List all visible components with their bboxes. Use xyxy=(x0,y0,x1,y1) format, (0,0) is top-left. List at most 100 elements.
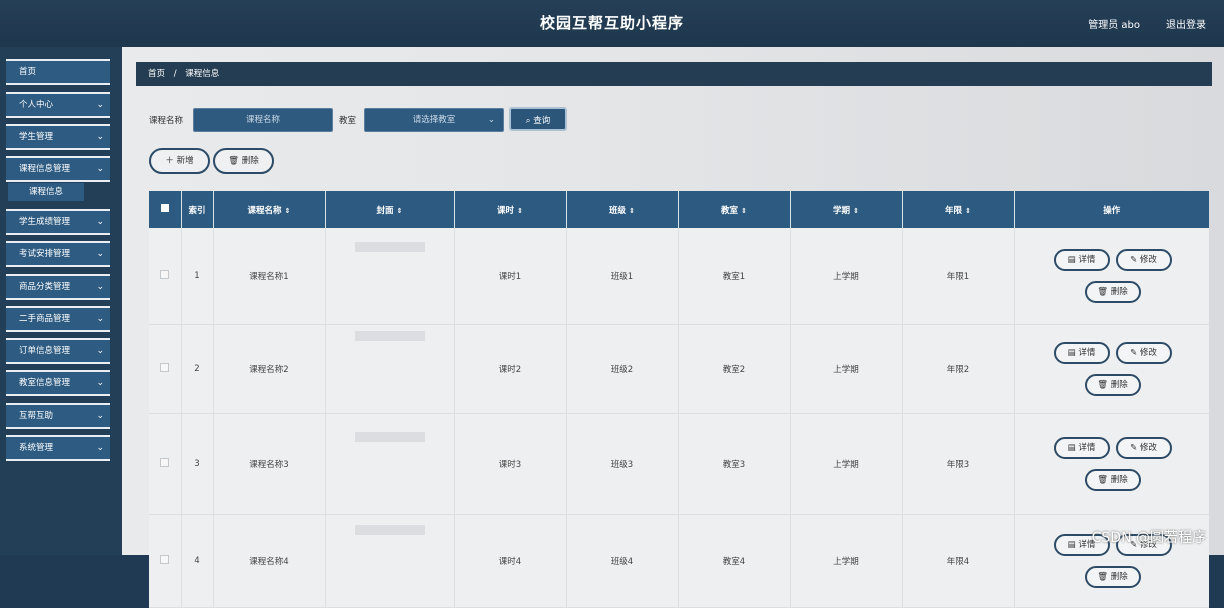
checkbox-icon xyxy=(160,458,170,467)
select-all-checkbox[interactable] xyxy=(149,191,182,228)
column-header[interactable]: 教室 ⇕ xyxy=(678,191,791,228)
checkbox-icon xyxy=(160,270,170,279)
sidebar-item-mutual-help[interactable]: 互帮互助 ⌄ xyxy=(6,403,110,429)
column-header-label: 封面 xyxy=(376,205,394,216)
sort-icon: ⇕ xyxy=(396,206,403,215)
column-header: 操作 xyxy=(1014,191,1209,228)
row-checkbox[interactable] xyxy=(149,324,182,414)
checkbox-icon xyxy=(160,555,170,564)
cell-cover xyxy=(325,514,455,608)
sidebar-item-label: 课程信息管理 xyxy=(19,164,71,174)
sort-icon: ⇕ xyxy=(284,206,291,215)
chevron-down-icon: ⌄ xyxy=(96,249,104,259)
sidebar-item-grades[interactable]: 学生成绩管理 ⌄ xyxy=(6,209,110,235)
detail-label: 详情 xyxy=(1078,254,1096,265)
bulk-delete-label: 删除 xyxy=(241,156,259,166)
add-button[interactable]: ＋ 新增 xyxy=(149,148,210,174)
checkbox-icon xyxy=(160,204,169,212)
sidebar-item-label: 订单信息管理 xyxy=(19,346,71,356)
trash-icon: 🗑 xyxy=(228,156,240,166)
column-header-label: 学期 xyxy=(833,205,851,216)
query-button-label: 查询 xyxy=(533,116,551,126)
delete-button[interactable]: 🗑 删除 xyxy=(1084,280,1141,303)
row-checkbox[interactable] xyxy=(149,413,182,515)
app-title: 校园互帮互助小程序 xyxy=(539,14,684,32)
chevron-down-icon: ⌄ xyxy=(96,282,104,292)
column-header[interactable]: 封面 ⇕ xyxy=(325,191,455,228)
edit-button[interactable]: ✎ 修改 xyxy=(1115,341,1172,364)
sidebar-item-categories[interactable]: 商品分类管理 ⌄ xyxy=(6,274,110,300)
breadcrumb-home[interactable]: 首页 xyxy=(148,62,165,86)
sidebar-item-secondhand[interactable]: 二手商品管理 ⌄ xyxy=(6,306,110,332)
sidebar-item-profile[interactable]: 个人中心 ⌄ xyxy=(6,92,110,118)
sidebar-item-classrooms[interactable]: 教室信息管理 ⌄ xyxy=(6,370,110,396)
delete-button[interactable]: 🗑 删除 xyxy=(1084,468,1141,491)
sidebar-item-label: 考试安排管理 xyxy=(19,249,71,259)
classroom-select-placeholder: 请选择教室 xyxy=(412,115,456,125)
sidebar-item-label: 互帮互助 xyxy=(19,411,54,421)
cell-cover xyxy=(325,324,455,414)
edit-label: 修改 xyxy=(1139,347,1157,358)
detail-button[interactable]: ▤ 详情 xyxy=(1053,248,1110,271)
cell-hours: 课时1 xyxy=(454,228,567,325)
column-header[interactable]: 班级 ⇕ xyxy=(566,191,679,228)
column-header[interactable]: 课时 ⇕ xyxy=(454,191,567,228)
sort-icon: ⇕ xyxy=(629,206,635,215)
column-header-label: 课程名称 xyxy=(247,205,282,216)
sidebar: 首页 个人中心 ⌄ 学生管理 ⌄ 课程信息管理 ⌄ 课程信息 学生成绩管理 ⌄ 考试安排… xyxy=(0,47,122,555)
row-checkbox[interactable] xyxy=(149,514,182,608)
sidebar-item-courses[interactable]: 课程信息管理 ⌄ xyxy=(6,156,110,182)
detail-button[interactable]: ▤ 详情 xyxy=(1053,436,1110,459)
pencil-icon: ✎ xyxy=(1130,347,1138,358)
classroom-select[interactable]: 请选择教室 ⌄ xyxy=(364,108,504,132)
sidebar-item-label: 学生管理 xyxy=(19,132,54,142)
sidebar-item-orders[interactable]: 订单信息管理 ⌄ xyxy=(6,338,110,364)
cell-class: 班级1 xyxy=(566,228,679,325)
document-icon: ▤ xyxy=(1067,347,1076,358)
column-header[interactable]: 年限 ⇕ xyxy=(902,191,1015,228)
cell-course-name: 课程名称4 xyxy=(213,514,326,608)
edit-button[interactable]: ✎ 修改 xyxy=(1115,436,1172,459)
document-icon: ▤ xyxy=(1067,442,1076,453)
cell-index: 2 xyxy=(181,324,214,414)
table-header-row: 索引 课程名称 ⇕ 封面 ⇕ 课时 ⇕ 班级 ⇕ 教室 ⇕ 学期 ⇕ 年限 ⇕ 操作 xyxy=(149,191,1209,228)
cell-actions: ▤ 详情 ✎ 修改 🗑 删除 xyxy=(1014,228,1209,325)
column-header-label: 年限 xyxy=(945,205,963,216)
breadcrumb-separator: / xyxy=(173,69,177,79)
chevron-down-icon: ⌄ xyxy=(96,411,104,421)
sidebar-item-exams[interactable]: 考试安排管理 ⌄ xyxy=(6,241,110,267)
delete-button[interactable]: 🗑 删除 xyxy=(1084,373,1141,396)
trash-icon: 🗑 xyxy=(1097,571,1109,582)
cell-year: 年限4 xyxy=(902,514,1015,608)
column-header[interactable]: 学期 ⇕ xyxy=(790,191,903,228)
sidebar-item-system[interactable]: 系统管理 ⌄ xyxy=(6,435,110,461)
delete-button[interactable]: 🗑 删除 xyxy=(1084,565,1141,588)
edit-label: 修改 xyxy=(1139,442,1157,453)
column-header[interactable]: 课程名称 ⇕ xyxy=(213,191,326,228)
row-checkbox[interactable] xyxy=(149,228,182,325)
cell-course-name: 课程名称1 xyxy=(213,228,326,325)
cell-index: 4 xyxy=(181,514,214,608)
cell-hours: 课时2 xyxy=(454,324,567,414)
pencil-icon: ✎ xyxy=(1130,254,1138,265)
sidebar-item-home[interactable]: 首页 xyxy=(6,59,110,85)
chevron-down-icon: ⌄ xyxy=(487,115,495,125)
edit-button[interactable]: ✎ 修改 xyxy=(1115,248,1172,271)
column-header-label: 课时 xyxy=(497,205,515,216)
admin-user: 管理员 abo xyxy=(1088,20,1140,31)
query-button[interactable]: ⌕ 查询 xyxy=(509,107,567,131)
bulk-delete-button[interactable]: 🗑 删除 xyxy=(213,148,274,174)
logout-link[interactable]: 退出登录 xyxy=(1166,16,1206,31)
cell-actions: ▤ 详情 ✎ 修改 🗑 删除 xyxy=(1014,324,1209,414)
cell-room: 教室1 xyxy=(678,228,791,325)
cell-class: 班级3 xyxy=(566,413,679,515)
sidebar-item-students[interactable]: 学生管理 ⌄ xyxy=(6,124,110,150)
detail-button[interactable]: ▤ 详情 xyxy=(1053,341,1110,364)
cell-class: 班级4 xyxy=(566,514,679,608)
cell-room: 教室3 xyxy=(678,413,791,515)
chevron-down-icon: ⌄ xyxy=(96,217,104,227)
course-name-input[interactable]: 课程名称 xyxy=(193,108,333,132)
sidebar-item-label: 系统管理 xyxy=(19,443,54,453)
sidebar-subitem-course-info[interactable]: 课程信息 xyxy=(8,183,84,201)
cover-image xyxy=(354,331,425,341)
